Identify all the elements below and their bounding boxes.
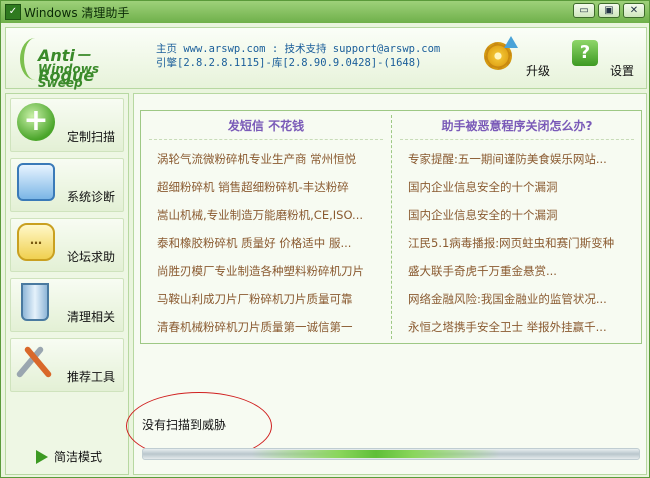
- minimize-button[interactable]: ▭: [573, 3, 595, 18]
- sidebar-item-system-diagnosis[interactable]: 系统诊断: [10, 158, 124, 212]
- title-bar[interactable]: ✓ Windows 清理助手 ▭ ▣ ✕: [1, 1, 649, 23]
- list-item[interactable]: 永恒之塔携手安全卫士 举报外挂赢千...: [408, 319, 638, 335]
- simple-mode-button[interactable]: 简洁模式: [36, 448, 102, 465]
- header-banner: Anti－Rogue Windows Sweep 主页 www.arswp.co…: [5, 27, 647, 90]
- sidebar-item-label: 推荐工具: [66, 370, 115, 384]
- arrow-right-icon: [36, 449, 48, 464]
- list-item[interactable]: 尚胜刃模厂专业制造各种塑料粉碎机刀片: [157, 263, 387, 279]
- main-panel: 发短信 不花钱 涡轮气流微粉碎机专业生产商 常州恒悦 超细粉碎机 销售超细粉碎机…: [126, 93, 647, 475]
- upgrade-label: 升级: [526, 64, 551, 78]
- engine-version-line: 引擎[2.8.2.8.1115]-库[2.8.90.9.0428]-(1648): [156, 57, 422, 69]
- scan-progress-bar: [142, 448, 640, 460]
- scan-status-text: 没有扫描到威胁: [142, 418, 227, 432]
- arrow-up-icon: [504, 36, 518, 48]
- help-icon: ?: [572, 40, 598, 66]
- settings-button[interactable]: ? 设置: [564, 36, 644, 84]
- recycle-bin-icon: [21, 283, 49, 321]
- settings-label: 设置: [610, 64, 635, 78]
- homepage-support-line[interactable]: 主页 www.arswp.com : 技术支持 support@arswp.co…: [156, 42, 440, 56]
- sidebar-item-label: 定制扫描: [66, 130, 115, 144]
- diagnosis-magnifier-icon: [17, 163, 55, 201]
- plus-icon: +: [17, 103, 55, 141]
- window-title: Windows 清理助手: [24, 5, 130, 20]
- maximize-button[interactable]: ▣: [598, 3, 620, 18]
- app-icon: ✓: [5, 4, 21, 20]
- tools-icon: [15, 343, 55, 381]
- logo: Anti－Rogue Windows Sweep: [16, 34, 146, 90]
- header-divider: [149, 139, 383, 140]
- sidebar: + 定制扫描 系统诊断 … 论坛求助 清理相关 推荐工具 简洁模式: [5, 93, 129, 475]
- left-column-header[interactable]: 发短信 不花钱: [141, 117, 391, 134]
- sidebar-item-label: 系统诊断: [66, 190, 115, 204]
- list-item[interactable]: 马鞍山利成刀片厂粉碎机刀片质量可靠: [157, 291, 387, 307]
- list-item[interactable]: 涡轮气流微粉碎机专业生产商 常州恒悦: [157, 151, 387, 167]
- list-item[interactable]: 国内企业信息安全的十个漏洞: [408, 207, 638, 223]
- sidebar-item-label: 清理相关: [66, 310, 115, 324]
- list-item[interactable]: 超细粉碎机 销售超细粉碎机-丰达粉碎: [157, 179, 387, 195]
- news-box: 发短信 不花钱 涡轮气流微粉碎机专业生产商 常州恒悦 超细粉碎机 销售超细粉碎机…: [140, 110, 642, 344]
- list-item[interactable]: 泰和橡胶粉碎机 质量好 价格适中 服...: [157, 235, 387, 251]
- sidebar-item-label: 论坛求助: [66, 250, 115, 264]
- list-item[interactable]: 专家提醒:五一期间谨防美食娱乐网站...: [408, 151, 638, 167]
- sidebar-item-custom-scan[interactable]: + 定制扫描: [10, 98, 124, 152]
- logo-subtitle: Windows Sweep: [38, 62, 99, 90]
- info-block: 主页 www.arswp.com : 技术支持 support@arswp.co…: [156, 42, 440, 70]
- news-column: 助手被恶意程序关闭怎么办? 专家提醒:五一期间谨防美食娱乐网站... 国内企业信…: [392, 111, 642, 343]
- list-item[interactable]: 盛大联手奇虎千万重金悬赏...: [408, 263, 638, 279]
- sidebar-item-cleanup[interactable]: 清理相关: [10, 278, 124, 332]
- chat-bubble-icon: …: [17, 223, 55, 261]
- list-item[interactable]: 国内企业信息安全的十个漏洞: [408, 179, 638, 195]
- list-item[interactable]: 网络金融风险:我国金融业的监管状况...: [408, 291, 638, 307]
- header-divider: [400, 139, 634, 140]
- simple-mode-label: 简洁模式: [54, 450, 103, 464]
- sidebar-item-forum-help[interactable]: … 论坛求助: [10, 218, 124, 272]
- close-button[interactable]: ✕: [623, 3, 645, 18]
- sidebar-item-recommended-tools[interactable]: 推荐工具: [10, 338, 124, 392]
- list-item[interactable]: 清春机械粉碎机刀片质量第一诚信第一: [157, 319, 387, 335]
- right-column-header[interactable]: 助手被恶意程序关闭怎么办?: [392, 117, 642, 134]
- ad-column: 发短信 不花钱 涡轮气流微粉碎机专业生产商 常州恒悦 超细粉碎机 销售超细粉碎机…: [141, 111, 391, 343]
- upgrade-button[interactable]: 升级: [484, 36, 554, 84]
- app-window: ✓ Windows 清理助手 ▭ ▣ ✕ Anti－Rogue Windows …: [0, 0, 650, 478]
- list-item[interactable]: 江民5.1病毒播报:网页蛀虫和赛门斯变种: [408, 235, 638, 251]
- progress-fill: [252, 450, 500, 458]
- window-controls: ▭ ▣ ✕: [573, 3, 645, 18]
- list-item[interactable]: 嵩山机械,专业制造万能磨粉机,CE,ISO...: [157, 207, 387, 223]
